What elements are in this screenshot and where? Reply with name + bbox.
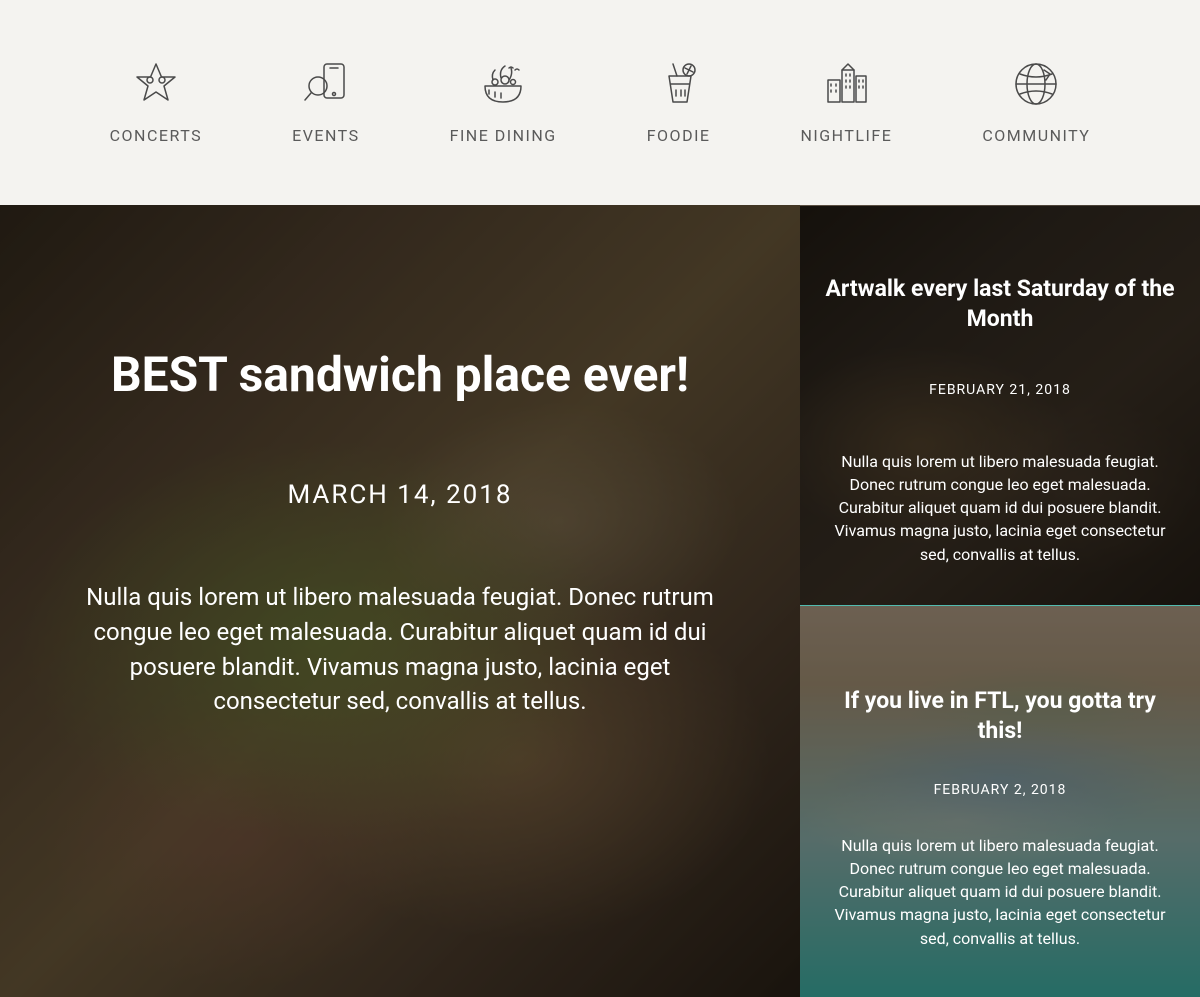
side-date: FEBRUARY 21, 2018 xyxy=(825,382,1175,398)
nav-item-fine-dining[interactable]: FINE DINING xyxy=(450,60,557,145)
nav-label: EVENTS xyxy=(292,126,359,145)
side-title: If you live in FTL, you gotta try this! xyxy=(825,686,1175,746)
drink-icon xyxy=(655,60,703,108)
category-nav: CONCERTS EVENTS xyxy=(0,0,1200,205)
nav-item-nightlife[interactable]: NIGHTLIFE xyxy=(801,60,893,145)
main-feature-card[interactable]: BEST sandwich place ever! MARCH 14, 2018… xyxy=(0,205,800,997)
nav-label: COMMUNITY xyxy=(982,126,1090,145)
feature-body: Nulla quis lorem ut libero malesuada feu… xyxy=(60,580,740,719)
search-phone-icon xyxy=(302,60,350,108)
side-body: Nulla quis lorem ut libero malesuada feu… xyxy=(825,834,1175,950)
side-card-artwalk[interactable]: Artwalk every last Saturday of the Month… xyxy=(800,205,1200,605)
globe-icon xyxy=(1012,60,1060,108)
nav-item-events[interactable]: EVENTS xyxy=(292,60,359,145)
side-body: Nulla quis lorem ut libero malesuada feu… xyxy=(825,450,1175,566)
nav-item-concerts[interactable]: CONCERTS xyxy=(110,60,203,145)
side-date: FEBRUARY 2, 2018 xyxy=(825,782,1175,798)
feature-title: BEST sandwich place ever! xyxy=(60,345,740,405)
nav-label: FOODIE xyxy=(647,126,711,145)
nav-label: NIGHTLIFE xyxy=(801,126,893,145)
nav-item-community[interactable]: COMMUNITY xyxy=(982,60,1090,145)
side-card-ftl[interactable]: If you live in FTL, you gotta try this! … xyxy=(800,605,1200,997)
nav-label: CONCERTS xyxy=(110,126,203,145)
nav-item-foodie[interactable]: FOODIE xyxy=(647,60,711,145)
side-title: Artwalk every last Saturday of the Month xyxy=(825,274,1175,334)
city-icon xyxy=(822,60,870,108)
nav-label: FINE DINING xyxy=(450,126,557,145)
feature-date: MARCH 14, 2018 xyxy=(60,480,740,510)
salad-bowl-icon xyxy=(479,60,527,108)
content-grid: BEST sandwich place ever! MARCH 14, 2018… xyxy=(0,205,1200,997)
star-icon xyxy=(132,60,180,108)
